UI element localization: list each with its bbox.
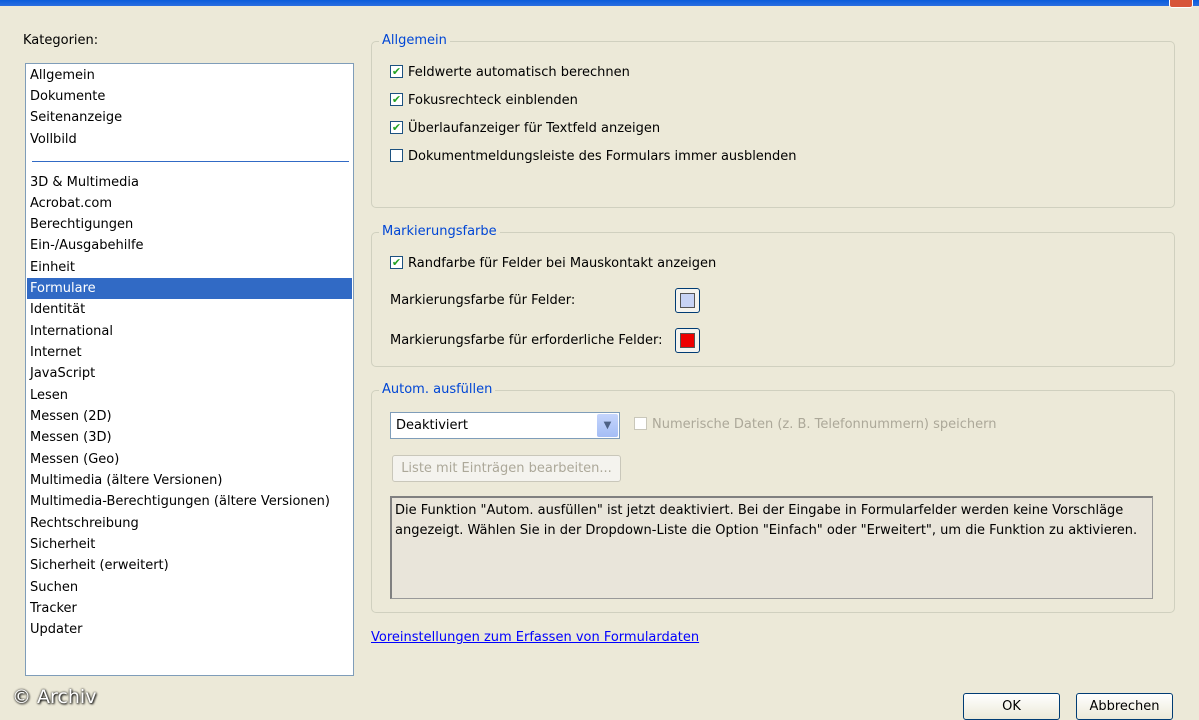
field-color-picker[interactable]	[675, 288, 700, 313]
ok-button[interactable]: OK	[963, 693, 1060, 720]
form-data-settings-link[interactable]: Voreinstellungen zum Erfassen von Formul…	[371, 630, 699, 645]
category-item-ein-ausgabehilfe[interactable]: Ein-/Ausgabehilfe	[27, 235, 352, 256]
autofill-mode-select[interactable]: Deaktiviert ▼	[390, 412, 620, 439]
category-item-messen-3d[interactable]: Messen (3D)	[27, 427, 352, 448]
general-legend: Allgemein	[379, 33, 450, 49]
category-item-acrobat-com[interactable]: Acrobat.com	[27, 193, 352, 214]
category-item-multimedia-berechtigungen[interactable]: Multimedia-Berechtigungen (ältere Versio…	[27, 491, 352, 512]
category-item-allgemein[interactable]: Allgemein	[27, 65, 352, 86]
checkbox-unchecked-icon[interactable]	[634, 417, 647, 430]
checkbox-checked-icon[interactable]: ✔	[390, 65, 403, 78]
category-item-lesen[interactable]: Lesen	[27, 385, 352, 406]
autofill-mode-value: Deaktiviert	[396, 418, 468, 433]
category-item-rechtschreibung[interactable]: Rechtschreibung	[27, 513, 352, 534]
checkbox-unchecked-icon[interactable]	[390, 149, 403, 162]
category-item-seitenanzeige[interactable]: Seitenanzeige	[27, 107, 352, 128]
option-numeric-data[interactable]: Numerische Daten (z. B. Telefonnummern) …	[634, 416, 997, 434]
category-separator	[32, 161, 349, 162]
required-color-label: Markierungsfarbe für erforderliche Felde…	[390, 333, 663, 348]
checkbox-checked-icon[interactable]: ✔	[390, 93, 403, 106]
category-item-sicherheit-erweitert[interactable]: Sicherheit (erweitert)	[27, 555, 352, 576]
category-item-3d-multimedia[interactable]: 3D & Multimedia	[27, 172, 352, 193]
required-color-picker[interactable]	[675, 328, 700, 353]
category-item-sicherheit[interactable]: Sicherheit	[27, 534, 352, 555]
watermark: © Archiv	[12, 686, 97, 708]
category-item-einheit[interactable]: Einheit	[27, 257, 352, 278]
category-item-international[interactable]: International	[27, 321, 352, 342]
title-bar	[0, 0, 1199, 6]
close-button[interactable]	[1169, 0, 1193, 8]
category-item-dokumente[interactable]: Dokumente	[27, 86, 352, 107]
checkbox-checked-icon[interactable]: ✔	[390, 256, 403, 269]
category-item-internet[interactable]: Internet	[27, 342, 352, 363]
option-overflow-indicator[interactable]: ✔ Überlaufanzeiger für Textfeld anzeigen	[390, 120, 660, 138]
option-focus-rect[interactable]: ✔ Fokusrechteck einblenden	[390, 92, 578, 110]
category-item-vollbild[interactable]: Vollbild	[27, 129, 352, 150]
field-color-swatch	[680, 293, 695, 308]
category-item-javascript[interactable]: JavaScript	[27, 363, 352, 384]
option-hide-doc-bar[interactable]: Dokumentmeldungsleiste des Formulars imm…	[390, 148, 797, 166]
category-item-updater[interactable]: Updater	[27, 619, 352, 640]
category-item-messen-2d[interactable]: Messen (2D)	[27, 406, 352, 427]
category-item-multimedia-alt[interactable]: Multimedia (ältere Versionen)	[27, 470, 352, 491]
field-color-label: Markierungsfarbe für Felder:	[390, 293, 576, 308]
autofill-legend: Autom. ausfüllen	[379, 382, 496, 398]
cancel-button[interactable]: Abbrechen	[1076, 693, 1173, 720]
category-item-tracker[interactable]: Tracker	[27, 598, 352, 619]
category-item-messen-geo[interactable]: Messen (Geo)	[27, 449, 352, 470]
checkbox-checked-icon[interactable]: ✔	[390, 121, 403, 134]
category-item-identitaet[interactable]: Identität	[27, 299, 352, 320]
chevron-down-icon[interactable]: ▼	[597, 414, 618, 437]
category-item-berechtigungen[interactable]: Berechtigungen	[27, 214, 352, 235]
edit-list-button[interactable]: Liste mit Einträgen bearbeiten...	[392, 455, 621, 482]
categories-list[interactable]: Allgemein Dokumente Seitenanzeige Vollbi…	[25, 63, 354, 676]
category-item-formulare[interactable]: Formulare	[27, 278, 352, 299]
required-color-swatch	[680, 333, 695, 348]
option-calc-fields[interactable]: ✔ Feldwerte automatisch berechnen	[390, 64, 630, 82]
autofill-description: Die Funktion "Autom. ausfüllen" ist jetz…	[390, 496, 1153, 599]
highlight-legend: Markierungsfarbe	[379, 224, 500, 240]
category-item-suchen[interactable]: Suchen	[27, 577, 352, 598]
categories-label: Kategorien:	[23, 33, 99, 48]
option-hover-border[interactable]: ✔ Randfarbe für Felder bei Mauskontakt an…	[390, 255, 716, 273]
